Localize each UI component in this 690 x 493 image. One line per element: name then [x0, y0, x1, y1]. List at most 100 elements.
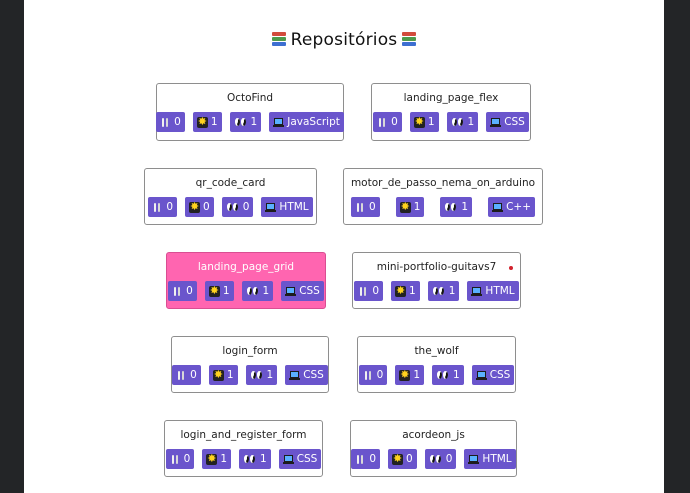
laptop-icon [468, 454, 480, 465]
repo-stats: 0 1 1 C++ [344, 197, 542, 217]
stars-badge-value: 1 [210, 116, 218, 128]
repositories-page: Repositórios OctoFind 0 1 1 JavaScript landin… [24, 0, 664, 493]
fork-icon [363, 370, 374, 381]
forks-badge: 0 [148, 197, 178, 217]
forks-badge-value: 0 [166, 201, 174, 213]
fork-icon [152, 202, 163, 213]
star-icon [413, 112, 425, 132]
repo-stats: 0 1 1 HTML [353, 281, 520, 301]
stars-badge: 1 [409, 112, 439, 132]
repo-card[interactable]: acordeon_js 0 0 0 HTML [350, 420, 517, 477]
stars-badge-value: 1 [222, 285, 230, 297]
watchers-badge-value: 1 [461, 201, 469, 213]
language-badge-value: CSS [303, 369, 324, 381]
repo-card[interactable]: the_wolf 0 1 1 CSS [357, 336, 516, 393]
repo-name[interactable]: acordeon_js [351, 429, 516, 443]
language-badge-value: HTML [485, 285, 515, 297]
fork-icon [176, 370, 187, 381]
watchers-badge-value: 1 [467, 116, 475, 128]
eyes-icon [246, 286, 260, 297]
watchers-badge: 1 [241, 281, 274, 301]
forks-badge-value: 0 [369, 453, 377, 465]
laptop-icon [285, 286, 297, 297]
repo-name[interactable]: OctoFind [157, 92, 343, 106]
eyes-icon [444, 202, 458, 213]
repo-card[interactable]: mini-portfolio-guitavs7 0 1 1 HTML [352, 252, 521, 309]
stars-badge: 1 [395, 365, 424, 385]
stars-badge: 1 [204, 281, 234, 301]
repo-stats: 0 1 1 CSS [165, 449, 322, 469]
star-icon [399, 365, 411, 385]
stars-badge-value: 1 [409, 285, 416, 297]
watchers-badge: 1 [239, 449, 271, 469]
repo-card[interactable]: landing_page_grid 0 1 1 CSS [166, 252, 326, 309]
fork-icon [160, 117, 171, 128]
stars-badge-value: 0 [203, 201, 210, 213]
repo-card[interactable]: login_and_register_form 0 1 1 CSS [164, 420, 323, 477]
stars-badge-value: 1 [427, 116, 435, 128]
books-icon [401, 31, 417, 47]
watchers-badge-value: 1 [262, 285, 270, 297]
language-badge: C++ [488, 197, 535, 217]
laptop-icon [265, 202, 277, 213]
fork-icon [355, 202, 366, 213]
laptop-icon [289, 370, 301, 381]
repo-name[interactable]: the_wolf [358, 345, 515, 359]
laptop-icon [490, 117, 502, 128]
fork-icon [377, 117, 388, 128]
watchers-badge: 0 [424, 449, 457, 469]
repo-name[interactable]: landing_page_grid [167, 261, 325, 275]
forks-badge-value: 0 [372, 285, 380, 297]
repo-name[interactable]: qr_code_card [145, 177, 316, 191]
star-icon [196, 112, 208, 132]
repo-card[interactable]: OctoFind 0 1 1 JavaScript [156, 83, 344, 141]
repo-name[interactable]: login_form [172, 345, 328, 359]
forks-badge-value: 0 [391, 116, 398, 128]
repo-card[interactable]: landing_page_flex 0 1 1 CSS [371, 83, 531, 141]
forks-badge-value: 0 [376, 369, 384, 381]
fork-icon [358, 286, 369, 297]
repo-card[interactable]: login_form 0 1 1 CSS [171, 336, 329, 393]
repo-card[interactable]: motor_de_passo_nema_on_arduino 0 1 1 C++ [343, 168, 543, 225]
language-badge-value: HTML [482, 453, 512, 465]
stars-badge: 1 [192, 112, 222, 132]
forks-badge: 0 [351, 197, 380, 217]
laptop-icon [475, 370, 487, 381]
language-badge: CSS [486, 112, 529, 132]
forks-badge-value: 0 [369, 201, 376, 213]
laptop-icon [273, 117, 285, 128]
laptop-icon [471, 286, 483, 297]
forks-badge-value: 0 [190, 369, 197, 381]
page-title: Repositórios [24, 30, 664, 50]
stars-badge: 0 [185, 197, 214, 217]
repo-name[interactable]: mini-portfolio-guitavs7 [353, 261, 520, 275]
watchers-badge-value: 0 [242, 201, 250, 213]
repo-name[interactable]: login_and_register_form [165, 429, 322, 443]
books-icon [271, 31, 287, 47]
fork-icon [170, 454, 181, 465]
watchers-badge-value: 1 [448, 285, 456, 297]
language-badge-value: CSS [299, 285, 320, 297]
watchers-badge: 1 [427, 281, 460, 301]
forks-badge: 0 [373, 112, 402, 132]
star-icon [212, 365, 224, 385]
star-icon [206, 449, 218, 469]
forks-badge: 0 [165, 449, 195, 469]
fork-icon [172, 286, 183, 297]
forks-badge: 0 [358, 365, 388, 385]
forks-badge: 0 [156, 112, 185, 132]
language-badge-value: C++ [506, 201, 531, 213]
repo-stats: 0 1 1 CSS [358, 365, 515, 385]
eyes-icon [429, 454, 443, 465]
stars-badge: 1 [391, 281, 420, 301]
forks-badge: 0 [351, 449, 381, 469]
repo-name[interactable]: landing_page_flex [372, 92, 530, 106]
notification-dot [509, 266, 513, 270]
repo-stats: 0 1 1 CSS [372, 112, 530, 132]
language-badge: CSS [471, 365, 515, 385]
repo-card[interactable]: qr_code_card 0 0 0 HTML [144, 168, 317, 225]
forks-badge-value: 0 [183, 453, 191, 465]
repo-name[interactable]: motor_de_passo_nema_on_arduino [344, 177, 542, 191]
page-title-text: Repositórios [290, 30, 398, 50]
language-badge: CSS [285, 365, 328, 385]
